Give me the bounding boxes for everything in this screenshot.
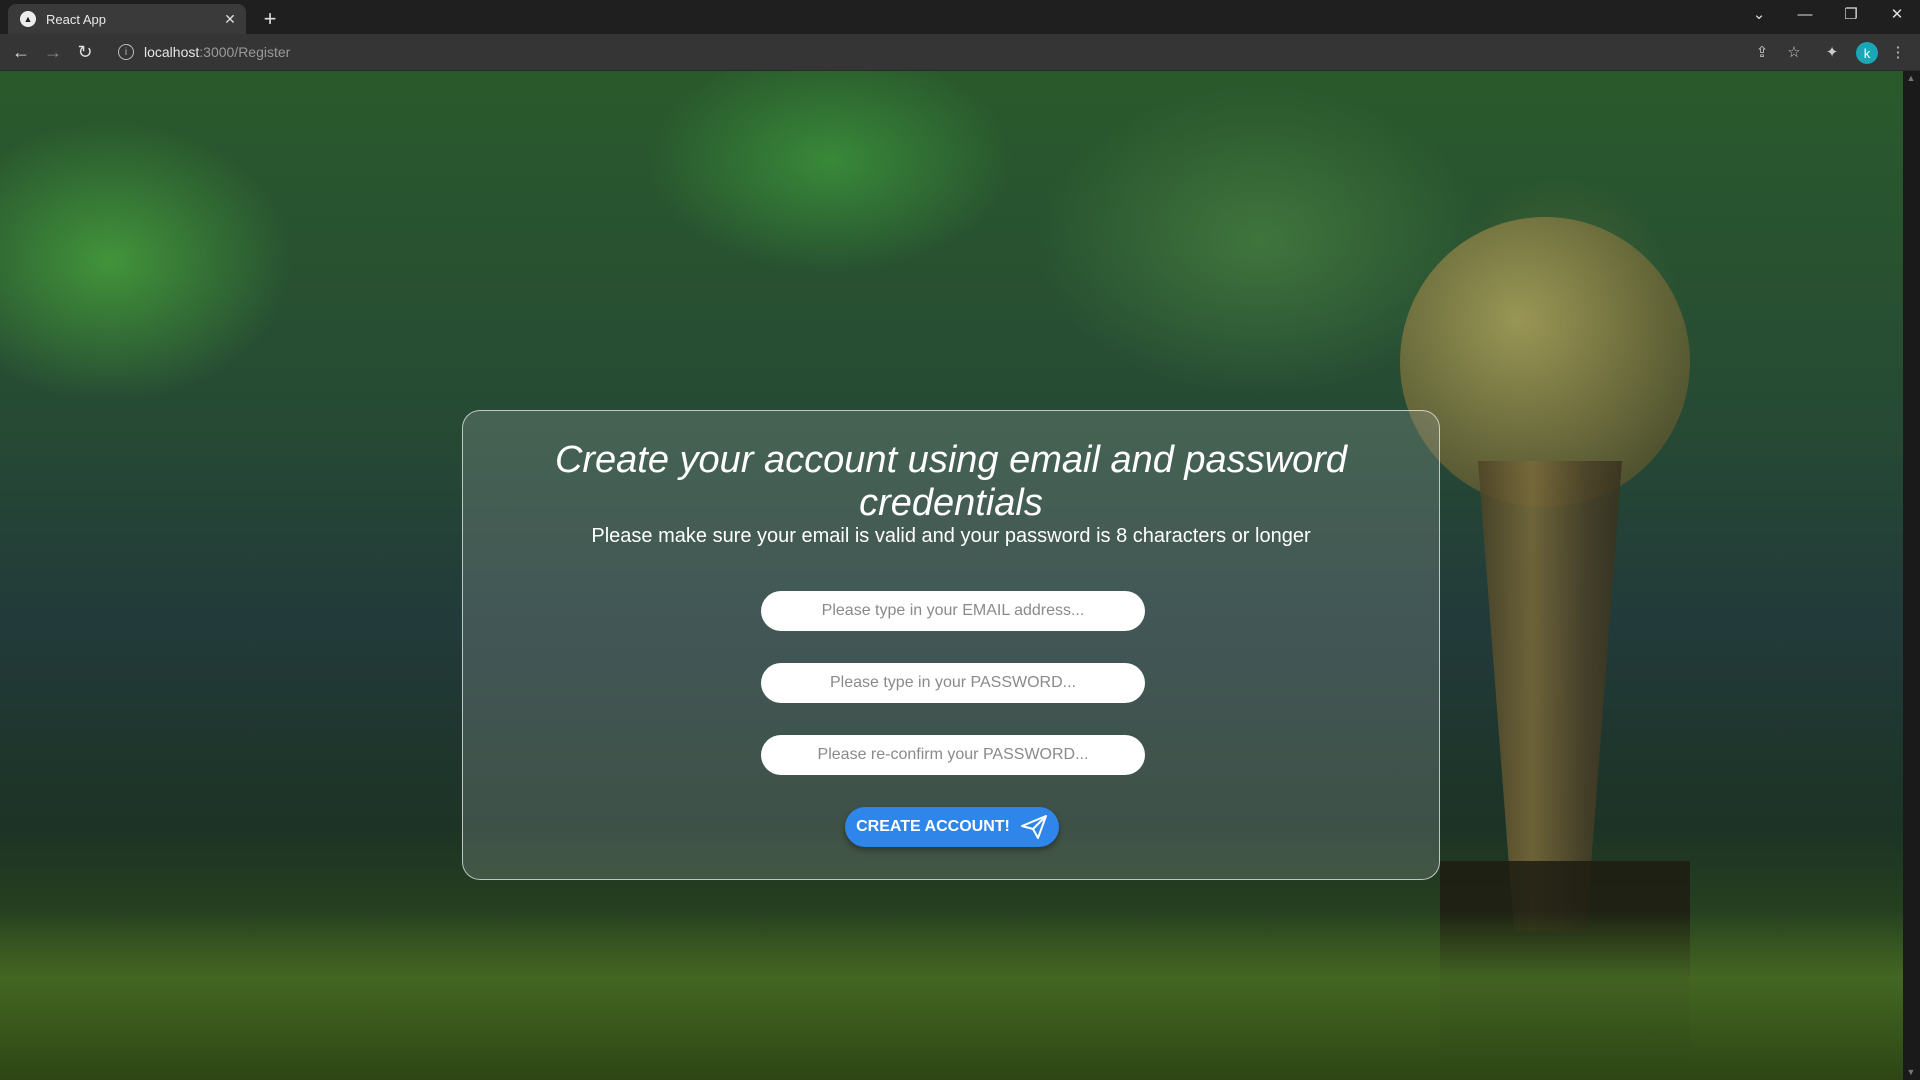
tab-search-icon[interactable]: ⌄ [1736,0,1782,28]
browser-tab[interactable]: ▲ React App ✕ [8,4,246,34]
minimize-icon[interactable]: — [1782,0,1828,28]
profile-avatar[interactable]: k [1856,42,1878,64]
page-background: Create your account using email and pass… [0,71,1903,1080]
scroll-down-icon[interactable]: ▼ [1905,1066,1917,1078]
share-icon[interactable]: ⇪ [1750,40,1774,64]
address-bar[interactable]: i localhost:3000/Register [112,38,1752,66]
scroll-up-icon[interactable]: ▲ [1905,72,1917,84]
tab-close-icon[interactable]: ✕ [220,9,240,29]
site-info-icon[interactable]: i [118,44,134,60]
instructions-text: Please make sure your email is valid and… [591,525,1311,547]
react-favicon-icon: ▲ [20,11,36,27]
grass-image [0,911,1903,1080]
url-host: localhost [144,44,200,60]
close-window-icon[interactable]: ✕ [1874,0,1920,28]
password-field[interactable] [761,663,1145,703]
extensions-puzzle-icon[interactable]: ✦ [1820,40,1844,64]
browser-tab-strip: ▲ React App ✕ + ⌄ — ❐ ✕ [0,0,1920,34]
forward-icon[interactable]: → [40,39,66,65]
tab-title: React App [46,11,106,27]
browser-menu-icon[interactable]: ⋮ [1886,40,1910,64]
back-icon[interactable]: ← [8,39,34,65]
confirm-password-field[interactable] [761,735,1145,775]
email-field[interactable] [761,591,1145,631]
new-tab-button[interactable]: + [256,6,284,32]
register-card: Create your account using email and pass… [462,410,1440,880]
bookmark-star-icon[interactable]: ☆ [1782,40,1806,64]
create-account-label: CREATE ACCOUNT! [856,818,1010,835]
restore-icon[interactable]: ❐ [1828,0,1874,28]
reload-icon[interactable]: ↻ [72,39,98,65]
page-scrollbar[interactable] [1903,71,1920,1080]
url-path: :3000/Register [199,44,291,60]
create-account-button[interactable]: CREATE ACCOUNT! [845,807,1059,847]
paper-plane-icon [1020,815,1047,839]
page-title: Create your account using email and pass… [554,439,1348,524]
browser-toolbar: ← → ↻ i localhost:3000/Register ⇪ ☆ ✦ ⋮ [0,34,1920,71]
